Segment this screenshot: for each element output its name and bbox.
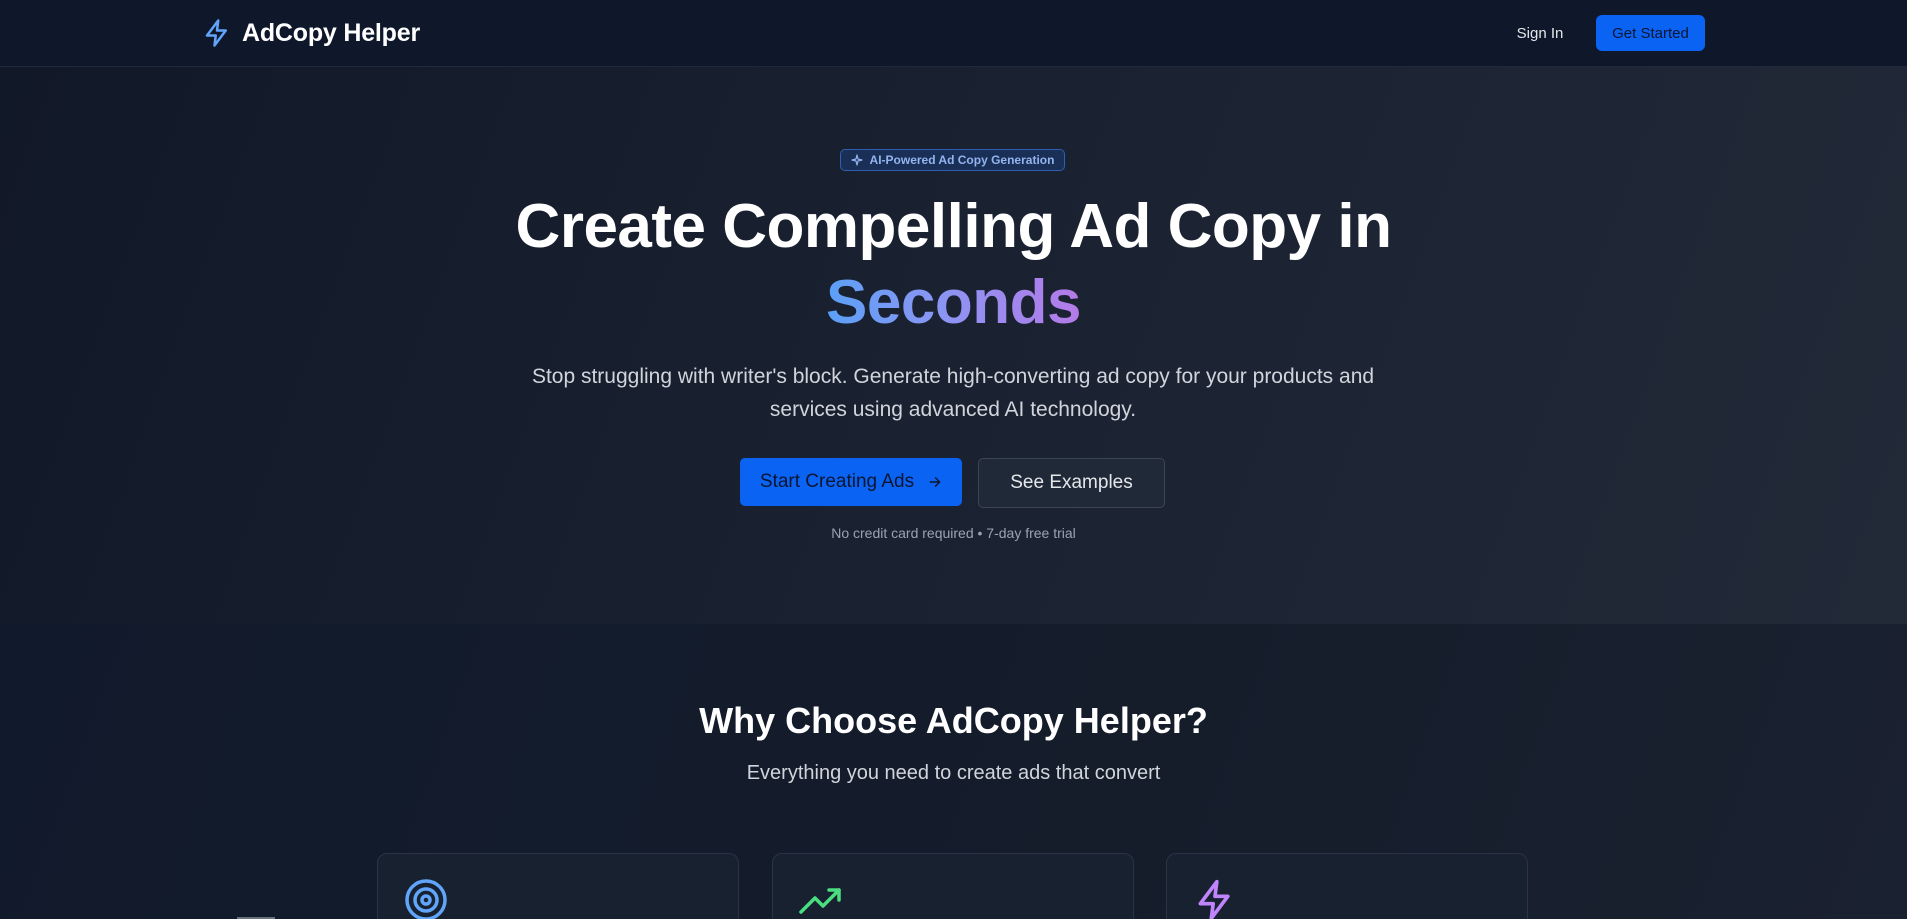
feature-card	[772, 853, 1134, 919]
features-section: Why Choose AdCopy Helper? Everything you…	[0, 624, 1907, 919]
hero-title-accent: Seconds	[826, 268, 1081, 337]
badge-text: AI-Powered Ad Copy Generation	[869, 153, 1055, 167]
hero-subtitle-line: services using advanced AI technology.	[769, 398, 1137, 421]
brand-name: AdCopy Helper	[242, 18, 420, 47]
features-title: Why Choose AdCopy Helper?	[699, 700, 1208, 741]
sparkle-icon	[850, 154, 863, 166]
hero-note: No credit card required • 7-day free tri…	[831, 525, 1076, 541]
start-creating-ads-button[interactable]: Start Creating Ads	[740, 458, 962, 506]
feature-card	[377, 853, 739, 919]
arrow-right-icon	[929, 477, 941, 487]
hero-subtitle-line: Stop struggling with writer's block. Gen…	[531, 365, 1375, 388]
hero-section: AI-Powered Ad Copy Generation Create Com…	[0, 67, 1907, 624]
trending-up-icon	[799, 888, 841, 914]
brand-logo[interactable]: AdCopy Helper	[202, 16, 420, 50]
target-icon	[405, 879, 447, 919]
sign-in-link[interactable]: Sign In	[1508, 20, 1572, 46]
ai-badge: AI-Powered Ad Copy Generation	[840, 149, 1065, 171]
lightning-icon	[1198, 879, 1230, 919]
get-started-button[interactable]: Get Started	[1596, 15, 1705, 51]
feature-card	[1166, 853, 1528, 919]
top-navbar: AdCopy Helper Sign In Get Started	[0, 0, 1907, 67]
hero-title: Create Compelling Ad Copy in Seconds	[0, 189, 1907, 341]
see-examples-button[interactable]: See Examples	[978, 458, 1165, 508]
hero-title-line: Create Compelling Ad Copy in	[515, 192, 1392, 261]
hero-subtitle: Stop struggling with writer's block. Gen…	[503, 360, 1403, 426]
lightning-icon	[205, 19, 227, 47]
features-subtitle: Everything you need to create ads that c…	[746, 762, 1161, 784]
start-creating-ads-label: Start Creating Ads	[759, 471, 915, 492]
